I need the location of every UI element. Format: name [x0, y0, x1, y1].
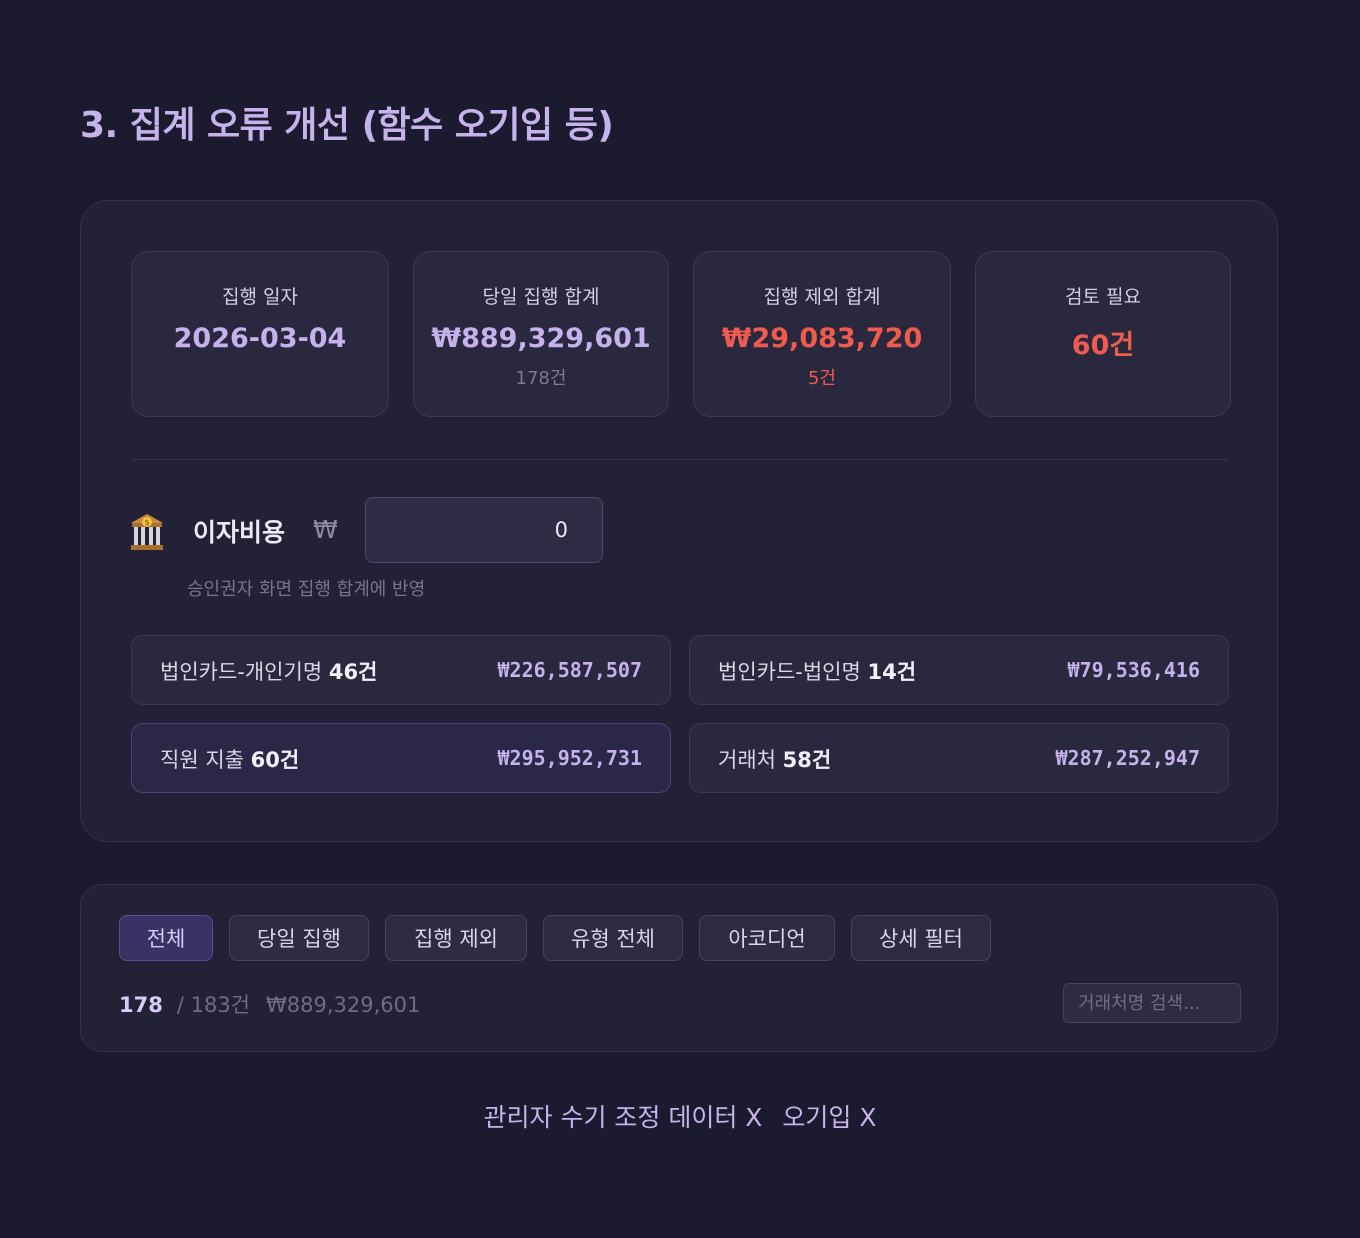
result-summary: 178 / 183건 ₩889,329,601 — [119, 989, 420, 1019]
result-amount: ₩889,329,601 — [266, 993, 421, 1017]
stat-label: 집행 일자 — [222, 286, 298, 308]
filter-chip-all[interactable]: 전체 — [119, 915, 213, 961]
category-count: 58건 — [782, 748, 832, 772]
stat-label: 집행 제외 합계 — [763, 286, 881, 308]
page-title: 3. 집계 오류 개선 (함수 오기입 등) — [80, 105, 614, 146]
interest-note: 승인권자 화면 집행 합계에 반영 — [187, 579, 426, 600]
category-amount: ₩79,536,416 — [1067, 658, 1200, 682]
category-name: 법인카드-법인명 — [718, 660, 861, 684]
stat-sub: 178건 — [515, 368, 567, 389]
result-count: 178 — [119, 993, 163, 1017]
filter-chip-excluded[interactable]: 집행 제외 — [385, 915, 527, 961]
category-amount: ₩226,587,507 — [497, 658, 643, 682]
category-name: 법인카드-개인기명 — [160, 660, 323, 684]
category-card[interactable]: 거래처 58건 ₩287,252,947 — [689, 723, 1229, 793]
category-card[interactable]: 법인카드-법인명 14건 ₩79,536,416 — [689, 635, 1229, 705]
category-name: 직원 지출 — [160, 748, 244, 772]
currency-symbol: ₩ — [313, 515, 338, 544]
stat-value: 2026-03-04 — [173, 323, 347, 354]
stat-sub: 5건 — [807, 368, 836, 389]
divider — [131, 459, 1229, 460]
interest-amount-input[interactable] — [365, 497, 603, 563]
filter-chip-type[interactable]: 유형 전체 — [543, 915, 683, 961]
category-amount: ₩295,952,731 — [497, 746, 643, 770]
category-count: 60건 — [250, 748, 300, 772]
interest-label: 이자비용 — [193, 518, 286, 547]
stat-value: ₩29,083,720 — [721, 323, 923, 354]
category-card[interactable]: 법인카드-개인기명 46건 ₩226,587,507 — [131, 635, 671, 705]
category-card-selected[interactable]: 직원 지출 60건 ₩295,952,731 — [131, 723, 671, 793]
footer-note: 관리자 수기 조정 데이터 X — [483, 1103, 763, 1132]
stat-card-date: 집행 일자 2026-03-04 — [131, 251, 389, 417]
stat-label: 검토 필요 — [1065, 286, 1141, 308]
category-count: 46건 — [328, 660, 378, 684]
category-name: 거래처 — [718, 748, 776, 772]
footer-notes: 관리자 수기 조정 데이터 X 오기입 X — [0, 1098, 1360, 1134]
vendor-search-input[interactable] — [1063, 983, 1241, 1023]
svg-text:$: $ — [144, 518, 149, 527]
filter-chip-accordion[interactable]: 아코디언 — [699, 915, 835, 961]
stat-label: 당일 집행 합계 — [482, 286, 600, 308]
category-count: 14건 — [867, 660, 917, 684]
stat-card-daily-total: 당일 집행 합계 ₩889,329,601 178건 — [413, 251, 669, 417]
stat-card-review-needed: 검토 필요 60건 — [975, 251, 1231, 417]
filter-chip-daily[interactable]: 당일 집행 — [229, 915, 369, 961]
bank-icon: $ — [131, 514, 163, 550]
summary-panel: 집행 일자 2026-03-04 당일 집행 합계 ₩889,329,601 1… — [80, 200, 1278, 842]
footer-note: 오기입 X — [782, 1103, 877, 1132]
stat-card-excluded-total: 집행 제외 합계 ₩29,083,720 5건 — [693, 251, 951, 417]
filter-panel: 전체 당일 집행 집행 제외 유형 전체 아코디언 상세 필터 178 / 183… — [80, 884, 1278, 1052]
filter-chip-detail[interactable]: 상세 필터 — [851, 915, 991, 961]
stat-value: 60건 — [1071, 330, 1135, 361]
stat-value: ₩889,329,601 — [431, 323, 651, 354]
category-amount: ₩287,252,947 — [1055, 746, 1201, 770]
result-total: / 183건 — [176, 993, 250, 1017]
